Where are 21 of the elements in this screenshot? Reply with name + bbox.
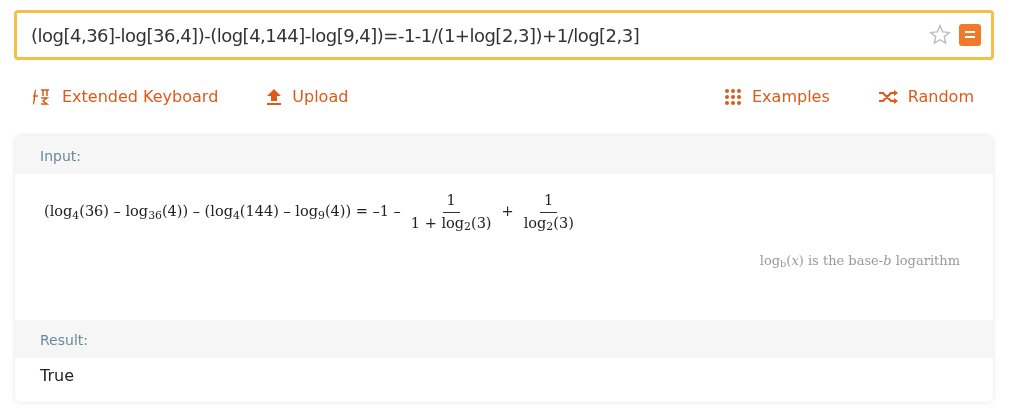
upload-icon [266, 88, 283, 106]
result-text: True [40, 366, 74, 385]
pod-title: Input: [40, 148, 81, 164]
fraction-denominator: log$_{2}$(3) [523, 213, 574, 235]
star-icon[interactable] [929, 24, 951, 46]
menu-icon[interactable] [959, 24, 981, 46]
examples-link[interactable]: Examples [724, 85, 830, 109]
fraction-denominator: 1 + log$_{2}$(3) [410, 213, 492, 235]
hint-text: log$_{b}$(x) is the base-b logarithm [759, 252, 960, 268]
upload-link[interactable]: Upload [266, 85, 349, 109]
pod-title: Result: [40, 332, 88, 348]
keyboard-link[interactable]: Extended Keyboard [32, 85, 219, 109]
math-expression: + [501, 202, 514, 222]
fraction-numerator: 1 [442, 190, 460, 213]
random-link[interactable]: Random [877, 85, 974, 109]
shuffle-icon [877, 89, 898, 105]
keyboard-symbols-icon [32, 87, 52, 107]
math-expression: (log$_{4}$(36) – log$_{36}$(4)) – (log$_{4}$(144) – log$_{9}$(4)) = –1 – [44, 202, 401, 224]
query-field[interactable]: (log[4,36]-log[36,4])-(log[4,144]-log[9,4])=-1-1/(1+log[2,3])+1/log[2,3] [14, 10, 994, 60]
fraction-numerator: 1 [540, 190, 558, 213]
dot-grid-icon [724, 88, 742, 106]
